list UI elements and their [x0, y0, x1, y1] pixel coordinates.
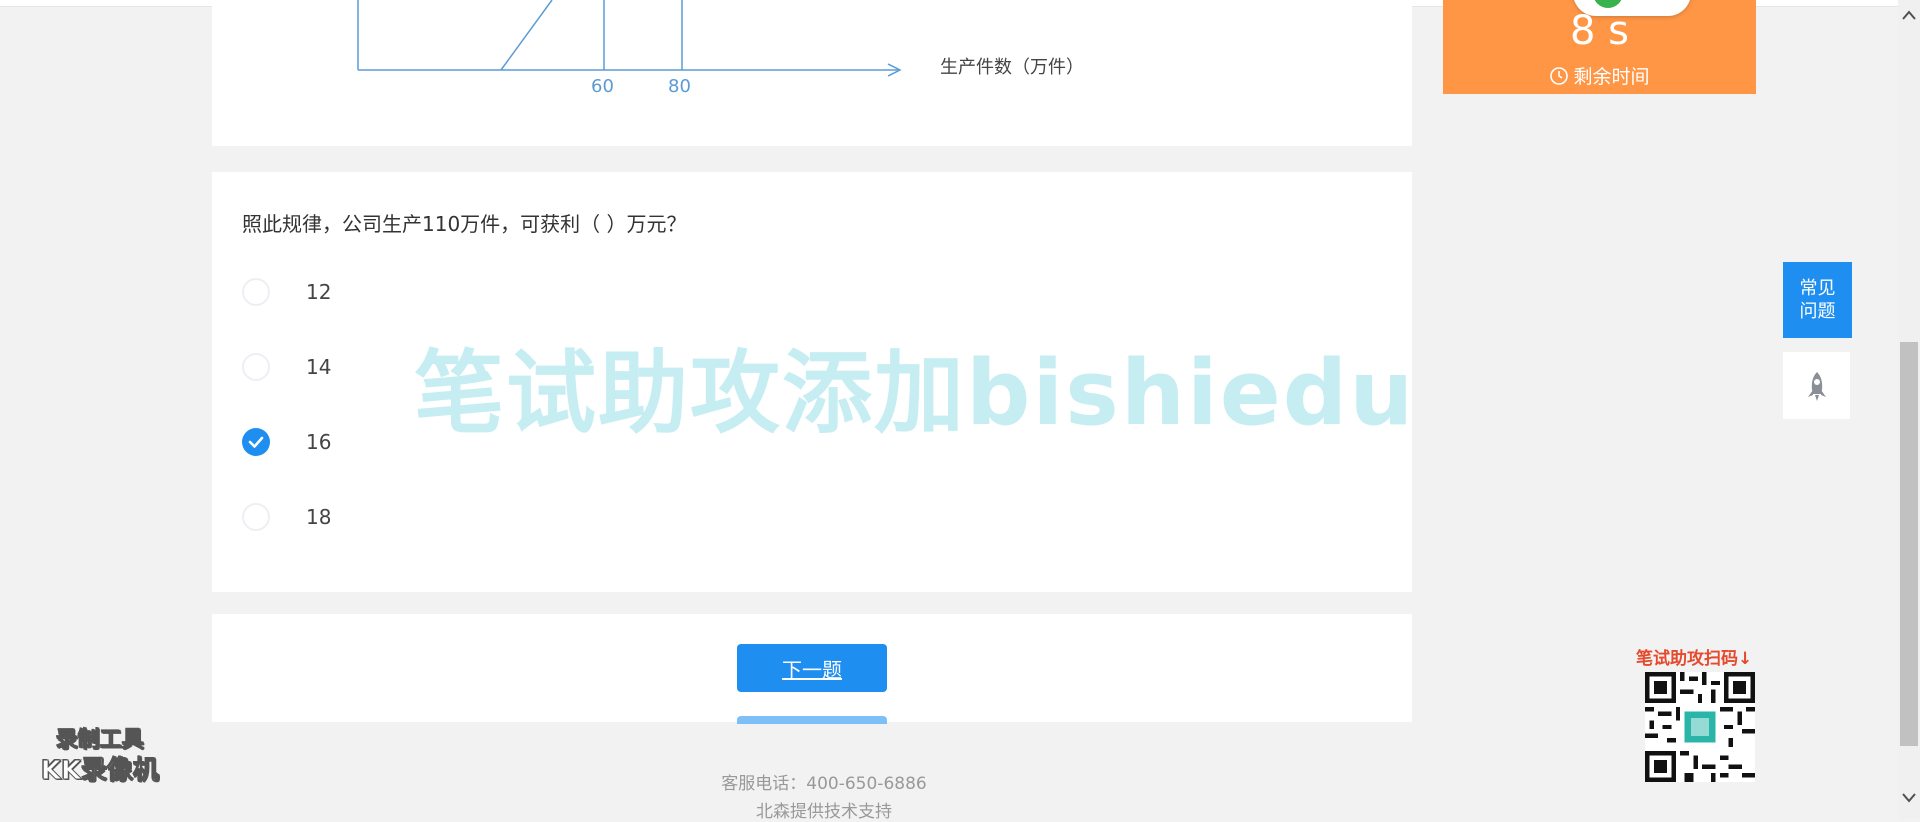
faq-button[interactable]: 常见问题	[1783, 262, 1852, 338]
question-text: 照此规律，公司生产110万件，可获利（ ）万元？	[242, 212, 687, 236]
option-c-radio-checked[interactable]	[242, 428, 270, 456]
qr-title: 笔试助攻扫码↓	[1636, 649, 1753, 669]
profit-line	[500, 0, 553, 71]
scroll-down-arrow[interactable]	[1898, 789, 1920, 808]
option-b-radio[interactable]	[242, 353, 270, 381]
option-c-label: 16	[306, 430, 332, 454]
secondary-button-edge[interactable]	[737, 716, 887, 724]
rocket-icon	[1807, 371, 1826, 401]
option-d-radio[interactable]	[242, 503, 270, 531]
scroll-up-arrow[interactable]	[1898, 6, 1920, 25]
footer-phone: 客服电话：400-650-6886	[721, 774, 927, 794]
option-d-label: 18	[306, 505, 332, 529]
clock-icon	[1550, 67, 1569, 85]
option-b-label: 14	[306, 355, 332, 379]
option-a-radio[interactable]	[242, 278, 270, 306]
option-a[interactable]: 12	[242, 272, 642, 312]
timer-value: 8 s	[1569, 8, 1629, 54]
timer-label-row: 剩余时间	[1443, 62, 1756, 89]
option-a-label: 12	[306, 280, 332, 304]
recorder-line2: KK录像机	[40, 756, 160, 787]
recorder-logo: 录制工具 KK录像机	[30, 722, 170, 787]
watermark-text: 笔试助攻添加bishiedu	[414, 341, 1416, 446]
timer-label: 剩余时间	[1573, 66, 1650, 88]
nav-panel: 下一题	[212, 614, 1412, 724]
tick-label-60: 60	[591, 76, 614, 97]
next-question-button[interactable]: 下一题	[737, 644, 887, 692]
faq-label: 常见问题	[1799, 278, 1836, 322]
option-d[interactable]: 18	[242, 497, 642, 537]
timer-card: 8 s 剩余时间	[1443, 0, 1756, 94]
chart-panel: 60 80 生产件数（万件）	[212, 0, 1412, 146]
footer-support: 北森提供技术支持	[756, 802, 892, 822]
qr-code	[1645, 672, 1755, 782]
back-to-top-button[interactable]	[1783, 352, 1850, 419]
tick-label-80: 80	[668, 76, 691, 97]
x-axis-label: 生产件数（万件）	[940, 57, 1084, 78]
profit-chart	[357, 0, 902, 77]
check-icon	[248, 436, 264, 448]
scrollbar-thumb[interactable]	[1900, 342, 1918, 746]
